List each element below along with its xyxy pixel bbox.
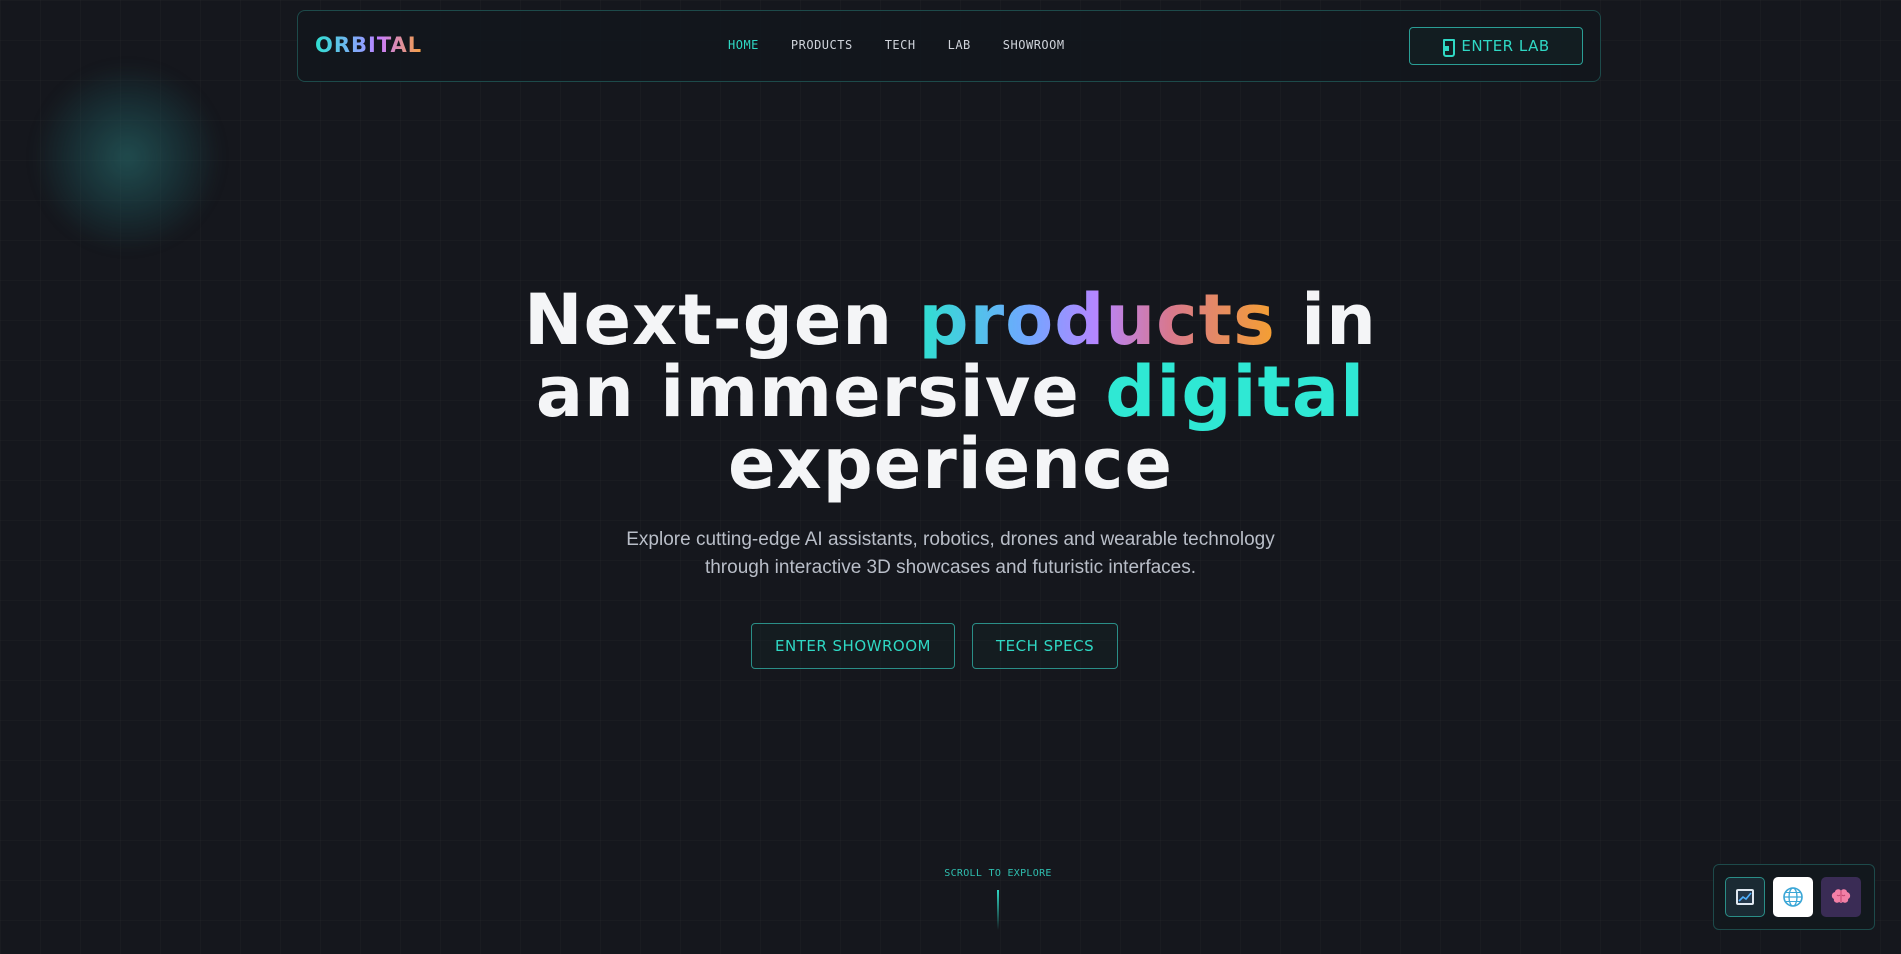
chart-icon bbox=[1736, 889, 1754, 905]
brand-logo[interactable]: ORBITAL bbox=[315, 33, 422, 57]
navbar: ORBITAL HOME PRODUCTS TECH LAB SHOWROOM … bbox=[297, 10, 1601, 82]
cta-row: ENTER SHOWROOM TECH SPECS bbox=[751, 623, 1119, 669]
dock-button-brain[interactable] bbox=[1821, 877, 1861, 917]
brain-icon bbox=[1831, 889, 1851, 903]
dock-button-chart[interactable] bbox=[1725, 877, 1765, 917]
flask-icon bbox=[1442, 39, 1456, 57]
scroll-indicator-line bbox=[997, 890, 999, 930]
nav-link-tech[interactable]: TECH bbox=[885, 38, 916, 52]
hero-title-part4: experience bbox=[727, 423, 1173, 505]
hero-title-part1: Next-gen bbox=[523, 279, 919, 361]
hero-subtitle: Explore cutting-edge AI assistants, robo… bbox=[0, 526, 1901, 582]
nav-link-showroom[interactable]: SHOWROOM bbox=[1003, 38, 1065, 52]
enter-showroom-button[interactable]: ENTER SHOWROOM bbox=[751, 623, 955, 669]
hero-title-part3: an immersive bbox=[535, 351, 1106, 433]
hero-subtitle-line2: through interactive 3D showcases and fut… bbox=[704, 557, 1197, 578]
globe-icon bbox=[1783, 887, 1803, 907]
hero-title: Next-gen products in an immersive digita… bbox=[0, 284, 1901, 500]
hero-title-highlight-products: products bbox=[918, 279, 1276, 361]
tech-specs-button[interactable]: TECH SPECS bbox=[971, 623, 1119, 669]
hero-title-part2: in bbox=[1275, 279, 1377, 361]
floating-dock bbox=[1713, 864, 1875, 930]
nav-link-home[interactable]: HOME bbox=[728, 38, 759, 52]
scroll-hint: SCROLL TO EXPLORE bbox=[944, 868, 1052, 879]
enter-lab-label: ENTER LAB bbox=[1461, 37, 1550, 55]
nav-link-lab[interactable]: LAB bbox=[948, 38, 971, 52]
nav-link-products[interactable]: PRODUCTS bbox=[791, 38, 853, 52]
enter-lab-button[interactable]: ENTER LAB bbox=[1409, 27, 1583, 65]
background-glow-orb bbox=[35, 65, 220, 250]
nav-links: HOME PRODUCTS TECH LAB SHOWROOM bbox=[728, 38, 1097, 52]
hero-title-highlight-digital: digital bbox=[1105, 351, 1366, 433]
dock-button-globe[interactable] bbox=[1773, 877, 1813, 917]
hero-subtitle-line1: Explore cutting-edge AI assistants, robo… bbox=[626, 529, 1275, 550]
